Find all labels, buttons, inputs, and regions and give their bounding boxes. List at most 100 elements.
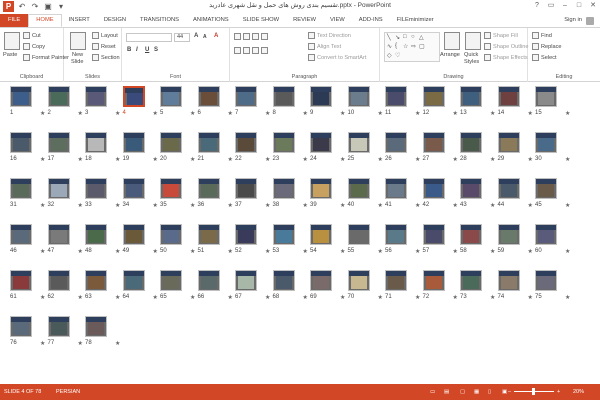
tab-insert[interactable]: INSERT bbox=[62, 14, 97, 27]
slide-preview[interactable] bbox=[460, 270, 482, 291]
slide-thumbnail[interactable]: 30 ★ bbox=[535, 132, 572, 165]
tab-file[interactable]: FILE bbox=[0, 14, 29, 27]
slide-thumbnail[interactable]: 3 ★ bbox=[85, 86, 122, 119]
curve-shape-icon[interactable]: ∿ bbox=[387, 43, 392, 50]
arrange-icon[interactable] bbox=[444, 32, 460, 50]
bullets-button[interactable] bbox=[234, 33, 268, 40]
italic-button[interactable]: I bbox=[136, 47, 138, 53]
slide-preview[interactable] bbox=[47, 316, 70, 337]
slide-thumbnail[interactable]: 51 ★ bbox=[197, 224, 235, 257]
zoom-out-button[interactable]: – bbox=[508, 384, 511, 400]
tab-animations[interactable]: ANIMATIONS bbox=[186, 14, 236, 27]
quick-styles-icon[interactable] bbox=[465, 32, 481, 50]
transition-star-icon[interactable]: ★ bbox=[40, 156, 45, 163]
slide-preview[interactable] bbox=[422, 86, 445, 107]
transition-star-icon[interactable]: ★ bbox=[490, 156, 495, 163]
select-button[interactable]: Select bbox=[532, 54, 557, 61]
slide-thumbnail[interactable]: 78 ★ bbox=[85, 316, 122, 349]
transition-star-icon[interactable]: ★ bbox=[115, 156, 120, 163]
slide-thumbnail[interactable]: 47 ★ bbox=[47, 224, 85, 257]
slide-thumbnail[interactable]: 43 ★ bbox=[460, 178, 497, 211]
slide-preview[interactable] bbox=[272, 270, 295, 291]
slide-thumbnail[interactable]: 27 ★ bbox=[422, 132, 460, 165]
new-slide-icon[interactable] bbox=[70, 32, 86, 50]
slide-thumbnail[interactable]: 38 ★ bbox=[272, 178, 310, 211]
diamond-shape-icon[interactable]: ◇ bbox=[387, 52, 392, 59]
slide-thumbnail[interactable]: 29 ★ bbox=[497, 132, 535, 165]
slide-preview[interactable] bbox=[10, 224, 32, 245]
slide-thumbnail[interactable]: 39 ★ bbox=[310, 178, 347, 211]
slide-preview[interactable] bbox=[385, 224, 407, 245]
slide-preview[interactable] bbox=[422, 178, 445, 199]
slide-thumbnail[interactable]: 13 ★ bbox=[460, 86, 497, 119]
cut-button[interactable]: Cut bbox=[23, 32, 41, 39]
slide-preview[interactable] bbox=[310, 86, 332, 107]
slide-preview[interactable] bbox=[47, 132, 70, 153]
slide-preview[interactable] bbox=[235, 270, 257, 291]
slide-thumbnail[interactable]: 1 ★ bbox=[10, 86, 47, 119]
slide-thumbnail[interactable]: 32 ★ bbox=[47, 178, 85, 211]
transition-star-icon[interactable]: ★ bbox=[228, 110, 233, 117]
shapes-gallery[interactable]: ╲ ↘ □ ○ △ ∿ { ☆ ⇨ ▢ ◇ ♡ bbox=[384, 32, 440, 62]
slide-preview[interactable] bbox=[347, 270, 370, 291]
slide-preview[interactable] bbox=[497, 224, 520, 245]
transition-star-icon[interactable]: ★ bbox=[415, 248, 420, 255]
slide-preview[interactable] bbox=[122, 270, 145, 291]
slide-thumbnail[interactable]: 8 ★ bbox=[272, 86, 310, 119]
slide-thumbnail[interactable]: 37 ★ bbox=[235, 178, 272, 211]
transition-star-icon[interactable]: ★ bbox=[78, 294, 83, 301]
slide-thumbnail[interactable]: 68 ★ bbox=[272, 270, 310, 303]
transition-star-icon[interactable]: ★ bbox=[303, 156, 308, 163]
slide-preview[interactable] bbox=[497, 178, 520, 199]
arrow-shape-icon[interactable]: ↘ bbox=[395, 34, 400, 41]
slide-thumbnail[interactable]: 58 ★ bbox=[460, 224, 497, 257]
slide-thumbnail[interactable]: 16 ★ bbox=[10, 132, 47, 165]
slide-preview[interactable] bbox=[160, 270, 182, 291]
underline-button[interactable]: U bbox=[145, 47, 149, 53]
slide-preview[interactable] bbox=[347, 178, 370, 199]
transition-star-icon[interactable]: ★ bbox=[453, 202, 458, 209]
avatar[interactable] bbox=[586, 16, 594, 25]
transition-star-icon[interactable]: ★ bbox=[378, 156, 383, 163]
transition-star-icon[interactable]: ★ bbox=[528, 248, 533, 255]
transition-star-icon[interactable]: ★ bbox=[115, 340, 120, 347]
slide-thumbnail[interactable]: 10 ★ bbox=[347, 86, 385, 119]
slide-preview[interactable] bbox=[160, 224, 182, 245]
slide-thumbnail[interactable]: 20 ★ bbox=[160, 132, 197, 165]
slide-preview[interactable] bbox=[47, 270, 70, 291]
triangle-shape-icon[interactable]: △ bbox=[419, 34, 424, 41]
transition-star-icon[interactable]: ★ bbox=[153, 202, 158, 209]
shadow-button[interactable]: S bbox=[154, 47, 158, 53]
oval-shape-icon[interactable]: ○ bbox=[411, 34, 415, 40]
slide-preview[interactable] bbox=[235, 132, 257, 153]
slide-preview[interactable] bbox=[460, 86, 482, 107]
zoom-level[interactable]: 20% bbox=[573, 384, 584, 400]
slide-thumbnail[interactable]: 57 ★ bbox=[422, 224, 460, 257]
transition-star-icon[interactable]: ★ bbox=[453, 294, 458, 301]
shape-outline-button[interactable]: Shape Outline bbox=[484, 43, 528, 50]
slide-thumbnail[interactable]: 71 ★ bbox=[385, 270, 422, 303]
slide-thumbnail[interactable]: 35 ★ bbox=[160, 178, 197, 211]
slide-preview[interactable] bbox=[535, 178, 557, 199]
slide-preview[interactable] bbox=[85, 224, 107, 245]
slide-thumbnail[interactable]: 18 ★ bbox=[85, 132, 122, 165]
tab-fileminimizer[interactable]: FILEminimizer bbox=[390, 14, 441, 27]
transition-star-icon[interactable]: ★ bbox=[303, 248, 308, 255]
slide-preview[interactable] bbox=[310, 132, 332, 153]
slide-thumbnail[interactable]: 64 ★ bbox=[122, 270, 160, 303]
heart-shape-icon[interactable]: ♡ bbox=[395, 52, 400, 59]
slide-preview[interactable] bbox=[385, 132, 407, 153]
transition-star-icon[interactable]: ★ bbox=[265, 202, 270, 209]
slide-preview[interactable] bbox=[47, 86, 70, 107]
slide-preview[interactable] bbox=[197, 132, 220, 153]
slide-thumbnail[interactable]: 12 ★ bbox=[422, 86, 460, 119]
transition-star-icon[interactable]: ★ bbox=[40, 294, 45, 301]
transition-star-icon[interactable]: ★ bbox=[490, 248, 495, 255]
maximize-icon[interactable]: □ bbox=[574, 0, 584, 12]
slide-thumbnail[interactable]: 60 ★ bbox=[535, 224, 572, 257]
slide-thumbnail[interactable]: 45 ★ bbox=[535, 178, 572, 211]
slide-preview[interactable] bbox=[310, 178, 332, 199]
transition-star-icon[interactable]: ★ bbox=[228, 202, 233, 209]
tab-slide-show[interactable]: SLIDE SHOW bbox=[236, 14, 286, 27]
transition-star-icon[interactable]: ★ bbox=[415, 110, 420, 117]
